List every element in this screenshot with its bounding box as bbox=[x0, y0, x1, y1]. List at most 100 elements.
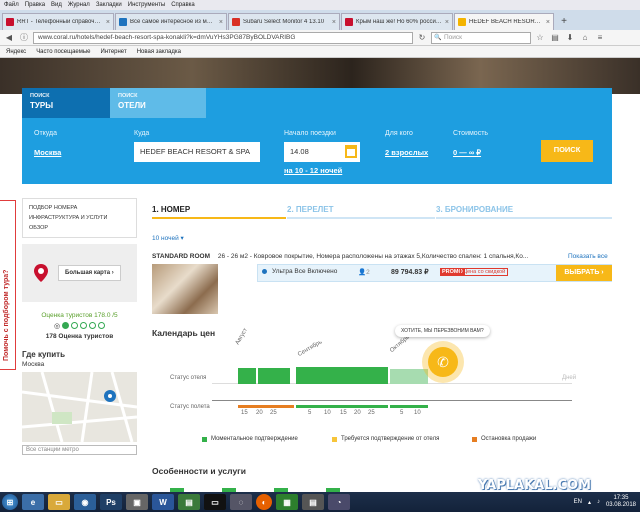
browser-tab[interactable]: Крым наш же! Но 60% россиян × bbox=[341, 13, 453, 30]
phone-icon[interactable]: ✆ bbox=[428, 347, 458, 377]
favicon-icon bbox=[6, 18, 14, 26]
close-icon[interactable]: × bbox=[106, 19, 110, 26]
close-icon[interactable]: × bbox=[546, 19, 550, 26]
search-input[interactable]: Поиск bbox=[431, 31, 531, 44]
discount-label: Цена со скидкой bbox=[460, 268, 509, 276]
star-icon[interactable]: ☆ bbox=[534, 32, 546, 44]
menu-history[interactable]: Журнал bbox=[68, 2, 90, 8]
menu-icon[interactable]: ≡ bbox=[594, 32, 606, 44]
choose-button[interactable]: ВЫБРАТЬ › bbox=[556, 265, 612, 281]
sidebar-item-overview[interactable]: ОБЗОР bbox=[29, 223, 130, 233]
browser-tab[interactable]: RRT - Телефонный справочник × bbox=[2, 13, 114, 30]
flight-status-bar[interactable] bbox=[296, 405, 388, 408]
rating-circle bbox=[71, 322, 79, 329]
home-icon[interactable]: ⌂ bbox=[579, 32, 591, 44]
close-icon[interactable]: × bbox=[332, 19, 336, 26]
room-photo[interactable] bbox=[152, 264, 218, 314]
calendar-icon[interactable] bbox=[345, 145, 357, 158]
browser-tab-active[interactable]: HEDEF BEACH RESORT & SPA × bbox=[454, 13, 554, 30]
favicon-icon bbox=[345, 18, 353, 26]
folder-icon[interactable]: ▭ bbox=[48, 494, 70, 510]
app-icon[interactable]: ▤ bbox=[302, 494, 324, 510]
close-icon[interactable]: × bbox=[445, 19, 449, 26]
hotel-status-bar[interactable] bbox=[258, 368, 290, 384]
terminal-icon[interactable]: ▭ bbox=[204, 494, 226, 510]
volume-icon[interactable]: ♪ bbox=[597, 499, 600, 505]
from-select[interactable]: Москва bbox=[34, 148, 61, 157]
start-icon[interactable]: ⊞ bbox=[2, 494, 18, 510]
bookmark-item[interactable]: Часто посещаемые bbox=[36, 49, 90, 55]
app-icon[interactable]: ◔ bbox=[328, 494, 350, 510]
month-label: Август bbox=[234, 327, 250, 346]
day-tick: 15 bbox=[241, 410, 248, 416]
hotel-status-bar[interactable] bbox=[238, 368, 256, 384]
reload-icon[interactable]: ↻ bbox=[416, 32, 428, 44]
app-icon[interactable]: ▣ bbox=[126, 494, 148, 510]
step-flight[interactable]: 2. ПЕРЕЛЕТ bbox=[287, 205, 334, 214]
language-indicator[interactable]: EN bbox=[574, 499, 582, 505]
app-icon[interactable]: ◉ bbox=[74, 494, 96, 510]
flight-status-bar[interactable] bbox=[390, 405, 428, 408]
mini-map[interactable] bbox=[22, 372, 137, 442]
show-all-link[interactable]: Показать все bbox=[566, 253, 608, 260]
explorer-icon[interactable]: e bbox=[22, 494, 44, 510]
sidebar-item-infrastructure[interactable]: ИНФРАСТРУКТУРА И УСЛУГИ bbox=[29, 213, 130, 223]
legend-swatch bbox=[332, 436, 337, 442]
sidebar-item-rooms[interactable]: ПОДБОР НОМЕРА bbox=[29, 203, 130, 213]
bookmark-item[interactable]: Новая закладка bbox=[137, 49, 181, 55]
hotel-status-bar[interactable] bbox=[390, 369, 428, 384]
photoshop-icon[interactable]: Ps bbox=[100, 494, 122, 510]
guests-select[interactable]: 2 взрослых bbox=[385, 148, 428, 157]
days-label: Дней bbox=[562, 375, 577, 381]
callback-bubble[interactable]: ХОТИТЕ, МЫ ПЕРЕЗВОНИМ ВАМ? bbox=[395, 325, 490, 337]
radio-icon[interactable] bbox=[262, 269, 267, 274]
step-room[interactable]: 1. НОМЕР bbox=[152, 205, 190, 214]
flight-status-bar[interactable] bbox=[238, 405, 294, 408]
menu-view[interactable]: Вид bbox=[51, 2, 62, 8]
metro-select[interactable]: Все станции метро bbox=[22, 445, 137, 455]
firefox-icon[interactable]: ◐ bbox=[256, 494, 272, 510]
new-tab-button[interactable]: + bbox=[557, 15, 571, 29]
clock[interactable]: 17:35 03.08.2018 bbox=[606, 495, 636, 509]
browser-tab[interactable]: Все самое интересное из мира × bbox=[115, 13, 227, 30]
legend-instant: Моментальное подтверждение bbox=[202, 436, 298, 442]
choose-label: ВЫБРАТЬ bbox=[564, 269, 600, 276]
date-field[interactable]: 14.08 bbox=[284, 142, 360, 162]
app-icon[interactable]: ◌ bbox=[230, 494, 252, 510]
app-icon[interactable]: ▦ bbox=[276, 494, 298, 510]
menu-tools[interactable]: Инструменты bbox=[128, 2, 165, 8]
info-icon[interactable]: ⓘ bbox=[18, 32, 30, 44]
help-side-tab[interactable]: Помочь с подбором тура? bbox=[0, 200, 16, 370]
hotel-status-bar[interactable] bbox=[296, 367, 388, 384]
network-icon[interactable]: ▴ bbox=[588, 499, 591, 506]
menu-help[interactable]: Справка bbox=[171, 2, 195, 8]
tab-tours[interactable]: ПОИСК ТУРЫ bbox=[22, 88, 110, 118]
nights-dropdown-label: 10 ночей bbox=[152, 235, 179, 242]
menu-file[interactable]: Файл bbox=[4, 2, 19, 8]
search-button[interactable]: ПОИСК bbox=[541, 140, 593, 162]
address-bar[interactable]: www.coral.ru/hotels/hedef-beach-resort-s… bbox=[33, 31, 413, 44]
tab-hotels[interactable]: ПОИСК ОТЕЛИ bbox=[110, 88, 206, 118]
word-icon[interactable]: W bbox=[152, 494, 174, 510]
download-icon[interactable]: ⬇ bbox=[564, 32, 576, 44]
tab-label: ТУРЫ bbox=[30, 101, 54, 110]
price-select[interactable]: 0 — ∞ ₽ bbox=[453, 148, 481, 157]
clipboard-icon[interactable]: ▤ bbox=[549, 32, 561, 44]
back-icon[interactable]: ◀ bbox=[3, 32, 15, 44]
nights-select[interactable]: на 10 - 12 ночей bbox=[284, 166, 342, 175]
app-icon[interactable]: ▤ bbox=[178, 494, 200, 510]
menu-edit[interactable]: Правка bbox=[25, 2, 45, 8]
nights-dropdown[interactable]: 10 ночей ▾ bbox=[152, 234, 184, 242]
big-map-button[interactable]: Большая карта › bbox=[58, 265, 121, 281]
menu-bookmarks[interactable]: Закладки bbox=[96, 2, 122, 8]
step-booking[interactable]: 3. БРОНИРОВАНИЕ bbox=[436, 205, 513, 214]
tab-title: Крым наш же! Но 60% россиян bbox=[356, 19, 442, 25]
offer-row: Ультра Все Включено 👤2 89 794.83 ₽ PROMO… bbox=[257, 264, 612, 282]
bookmark-item[interactable]: Интернет bbox=[101, 49, 127, 55]
close-icon[interactable]: × bbox=[219, 19, 223, 26]
browser-tab[interactable]: Subaru Select Monitor 4 13.10 × bbox=[228, 13, 340, 30]
sidebar-menu: ПОДБОР НОМЕРА ИНФРАСТРУКТУРА И УСЛУГИ ОБ… bbox=[22, 198, 137, 238]
room-header: STANDARD ROOM 26 - 26 м2 - Ковровое покр… bbox=[152, 253, 612, 260]
bookmark-item[interactable]: Яндекс bbox=[6, 49, 26, 55]
destination-field[interactable]: HEDEF BEACH RESORT & SPA bbox=[134, 142, 260, 162]
